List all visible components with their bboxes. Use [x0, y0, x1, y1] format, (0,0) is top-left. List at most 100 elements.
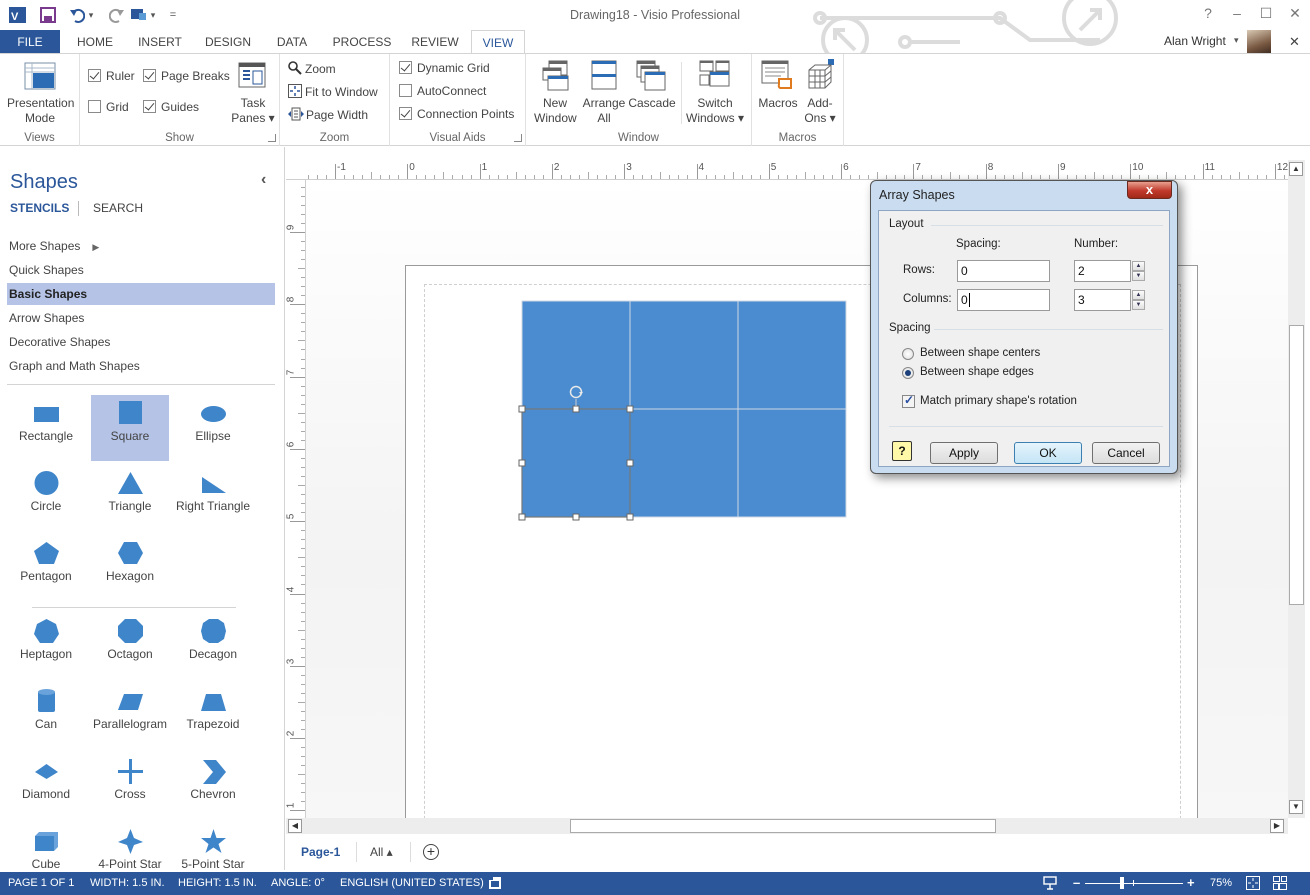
scroll-right-button[interactable]: ▶	[1270, 819, 1284, 833]
grid-checkbox[interactable]: Grid	[88, 100, 129, 114]
array-square[interactable]	[521, 300, 631, 410]
minimize-button[interactable]: –	[1226, 5, 1248, 25]
shape-tile-ellipse[interactable]: Ellipse	[174, 395, 252, 461]
selection-handle[interactable]	[518, 459, 526, 467]
shape-tile-can[interactable]: Can	[7, 683, 85, 749]
selection-handle[interactable]	[626, 405, 634, 413]
vertical-scroll-thumb[interactable]	[1289, 325, 1304, 605]
status-language[interactable]: ENGLISH (UNITED STATES)	[340, 877, 484, 889]
columns-number-spinner[interactable]: ▲ ▼	[1132, 290, 1145, 310]
shape-tile-diamond[interactable]: Diamond	[7, 753, 85, 819]
between-centers-radio[interactable]	[902, 348, 914, 360]
connection-points-checkbox[interactable]: Connection Points	[399, 107, 514, 121]
selection-handle[interactable]	[626, 513, 634, 521]
apply-button[interactable]: Apply	[930, 442, 998, 464]
visual-aids-dialog-launcher[interactable]	[514, 134, 522, 142]
help-button[interactable]: ?	[1197, 5, 1219, 25]
macro-record-icon[interactable]	[488, 876, 502, 893]
array-square[interactable]	[629, 408, 739, 518]
shape-tile-trapezoid[interactable]: Trapezoid	[174, 683, 252, 749]
array-square[interactable]	[737, 300, 847, 410]
selection-handle[interactable]	[518, 405, 526, 413]
selection-handle[interactable]	[572, 513, 580, 521]
dialog-close-button[interactable]: x	[1127, 181, 1172, 199]
maximize-button[interactable]: ☐	[1255, 5, 1277, 25]
page-breaks-checkbox[interactable]: Page Breaks	[143, 69, 230, 83]
tab-process[interactable]: PROCESS	[326, 30, 398, 54]
tab-stencils[interactable]: STENCILS	[10, 201, 69, 215]
ruler-checkbox[interactable]: Ruler	[88, 69, 135, 83]
vertical-scrollbar[interactable]: ▲ ▼	[1288, 160, 1305, 818]
presentation-mode-button[interactable]: Presentation Mode	[7, 96, 74, 125]
scroll-down-button[interactable]: ▼	[1289, 800, 1303, 814]
rows-number-spinner[interactable]: ▲ ▼	[1132, 261, 1145, 281]
stencil-more-shapes[interactable]: More Shapes ▶	[7, 235, 275, 257]
rows-spacing-input[interactable]: 0	[957, 260, 1050, 282]
shape-tile-cube[interactable]: Cube	[7, 823, 85, 870]
stencil-basic-shapes[interactable]: Basic Shapes	[7, 283, 275, 305]
horizontal-ruler[interactable]: -1 0 1 2 3 4 5 6 7 8 9 10 11 12	[286, 160, 1288, 180]
dynamic-grid-checkbox[interactable]: Dynamic Grid	[399, 61, 490, 75]
zoom-out-button[interactable]: –	[1073, 875, 1080, 890]
macros-button[interactable]: Macros	[756, 96, 800, 110]
array-square[interactable]	[737, 408, 847, 518]
fit-page-icon[interactable]	[1246, 876, 1260, 893]
shape-tile-octagon[interactable]: Octagon	[91, 613, 169, 679]
shape-tile-pentagon[interactable]: Pentagon	[7, 535, 85, 601]
shape-tile-star-4[interactable]: 4-Point Star	[91, 823, 169, 870]
selection-handle[interactable]	[518, 513, 526, 521]
shape-tile-right-triangle[interactable]: Right Triangle	[174, 465, 252, 531]
status-page[interactable]: PAGE 1 OF 1	[8, 877, 74, 889]
switch-windows-status-icon[interactable]	[1273, 876, 1287, 893]
between-edges-radio[interactable]	[902, 367, 914, 379]
scroll-left-button[interactable]: ◀	[288, 819, 302, 833]
match-rotation-label[interactable]: Match primary shape's rotation	[920, 395, 1077, 407]
presentation-mode-status-icon[interactable]	[1043, 876, 1057, 893]
close-ribbon-icon[interactable]: ✕	[1289, 34, 1300, 50]
add-ons-button[interactable]: Add- Ons ▾	[800, 96, 840, 125]
between-centers-label[interactable]: Between shape centers	[920, 347, 1040, 359]
columns-spin-down[interactable]: ▼	[1132, 300, 1145, 310]
stencil-arrow-shapes[interactable]: Arrow Shapes	[7, 307, 275, 329]
rows-number-input[interactable]: 2	[1074, 260, 1131, 282]
close-window-button[interactable]: ✕	[1284, 5, 1306, 25]
between-edges-label[interactable]: Between shape edges	[920, 366, 1034, 378]
rows-spin-down[interactable]: ▼	[1132, 271, 1145, 281]
array-square[interactable]	[521, 408, 631, 518]
columns-spin-up[interactable]: ▲	[1132, 290, 1145, 300]
stencil-decorative-shapes[interactable]: Decorative Shapes	[7, 331, 275, 353]
shape-tile-hexagon[interactable]: Hexagon	[91, 535, 169, 601]
all-pages-button[interactable]: All ▴	[370, 845, 393, 859]
tab-file[interactable]: FILE	[0, 30, 60, 54]
horizontal-scrollbar[interactable]: ◀ ▶	[286, 818, 1288, 834]
shape-tile-heptagon[interactable]: Heptagon	[7, 613, 85, 679]
shape-tile-triangle[interactable]: Triangle	[91, 465, 169, 531]
show-dialog-launcher[interactable]	[268, 134, 276, 142]
cascade-button[interactable]: Cascade	[628, 96, 676, 110]
arrange-all-button[interactable]: Arrange All	[581, 96, 627, 125]
tab-insert[interactable]: INSERT	[132, 30, 188, 54]
zoom-slider-track[interactable]	[1085, 883, 1183, 884]
collapse-pane-icon[interactable]: ‹	[261, 171, 266, 189]
zoom-slider-thumb[interactable]	[1120, 877, 1124, 889]
autoconnect-checkbox[interactable]: AutoConnect	[399, 84, 486, 98]
tab-data[interactable]: DATA	[268, 30, 316, 54]
scroll-up-button[interactable]: ▲	[1289, 162, 1303, 176]
horizontal-scroll-thumb[interactable]	[570, 819, 996, 833]
match-rotation-checkbox[interactable]	[902, 393, 915, 408]
vertical-ruler[interactable]: 9 8 7 6 5 4 3 2 1	[285, 180, 306, 818]
shape-tile-decagon[interactable]: Decagon	[174, 613, 252, 679]
user-dropdown-icon[interactable]: ▾	[1234, 35, 1239, 46]
zoom-button[interactable]: Zoom	[288, 61, 336, 76]
zoom-level[interactable]: 75%	[1210, 877, 1232, 889]
selection-handle[interactable]	[572, 405, 580, 413]
fit-to-window-button[interactable]: Fit to Window	[288, 84, 378, 99]
columns-number-input[interactable]: 3	[1074, 289, 1131, 311]
tab-search[interactable]: SEARCH	[93, 201, 143, 215]
tab-design[interactable]: DESIGN	[198, 30, 258, 54]
page-tab-page-1[interactable]: Page-1	[301, 845, 340, 859]
guides-checkbox[interactable]: Guides	[143, 100, 199, 114]
user-name[interactable]: Alan Wright	[1164, 34, 1226, 48]
columns-spacing-input[interactable]: 0	[957, 289, 1050, 311]
stencil-graph-math-shapes[interactable]: Graph and Math Shapes	[7, 355, 275, 377]
